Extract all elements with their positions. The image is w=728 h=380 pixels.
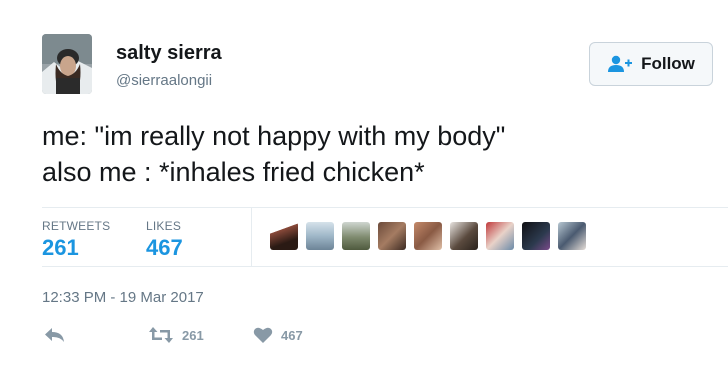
liker-avatar[interactable] [306, 222, 334, 250]
user-handle[interactable]: @sierraalongii [116, 72, 212, 89]
retweet-icon [148, 326, 174, 344]
retweets-label: RETWEETS [42, 219, 111, 233]
tweet-card: salty sierra @sierraalongii Follow me: "… [0, 0, 728, 380]
liker-avatar[interactable] [522, 222, 550, 250]
retweets-count[interactable]: 261 [42, 235, 79, 261]
liker-avatar[interactable] [342, 222, 370, 250]
heart-icon [253, 326, 273, 344]
tweet-text: me: "im really not happy with my body" a… [42, 118, 505, 190]
liker-avatar[interactable] [486, 222, 514, 250]
reply-button[interactable] [44, 326, 66, 344]
retweet-button[interactable]: 261 [148, 326, 204, 344]
follow-person-icon [607, 55, 633, 73]
divider-bottom [42, 266, 728, 267]
liker-avatar[interactable] [270, 222, 298, 250]
liker-avatar[interactable] [414, 222, 442, 250]
reply-icon [44, 326, 66, 344]
retweet-action-count: 261 [182, 327, 204, 343]
like-button[interactable]: 467 [253, 326, 303, 344]
stats-divider [251, 208, 252, 266]
display-name[interactable]: salty sierra [116, 42, 222, 65]
liker-avatar[interactable] [378, 222, 406, 250]
avatar[interactable] [42, 34, 92, 94]
follow-button-label: Follow [641, 54, 695, 73]
tweet-text-line-1: me: "im really not happy with my body" [42, 121, 506, 151]
liker-avatar[interactable] [558, 222, 586, 250]
follow-button[interactable]: Follow [589, 42, 713, 86]
liker-avatars [270, 222, 586, 250]
divider-top [42, 207, 728, 208]
like-action-count: 467 [281, 327, 303, 343]
liker-avatar[interactable] [450, 222, 478, 250]
likes-count[interactable]: 467 [146, 235, 183, 261]
likes-label: LIKES [146, 219, 182, 233]
tweet-text-line-2: also me : *inhales fried chicken* [42, 157, 425, 187]
tweet-timestamp[interactable]: 12:33 PM - 19 Mar 2017 [42, 289, 204, 306]
